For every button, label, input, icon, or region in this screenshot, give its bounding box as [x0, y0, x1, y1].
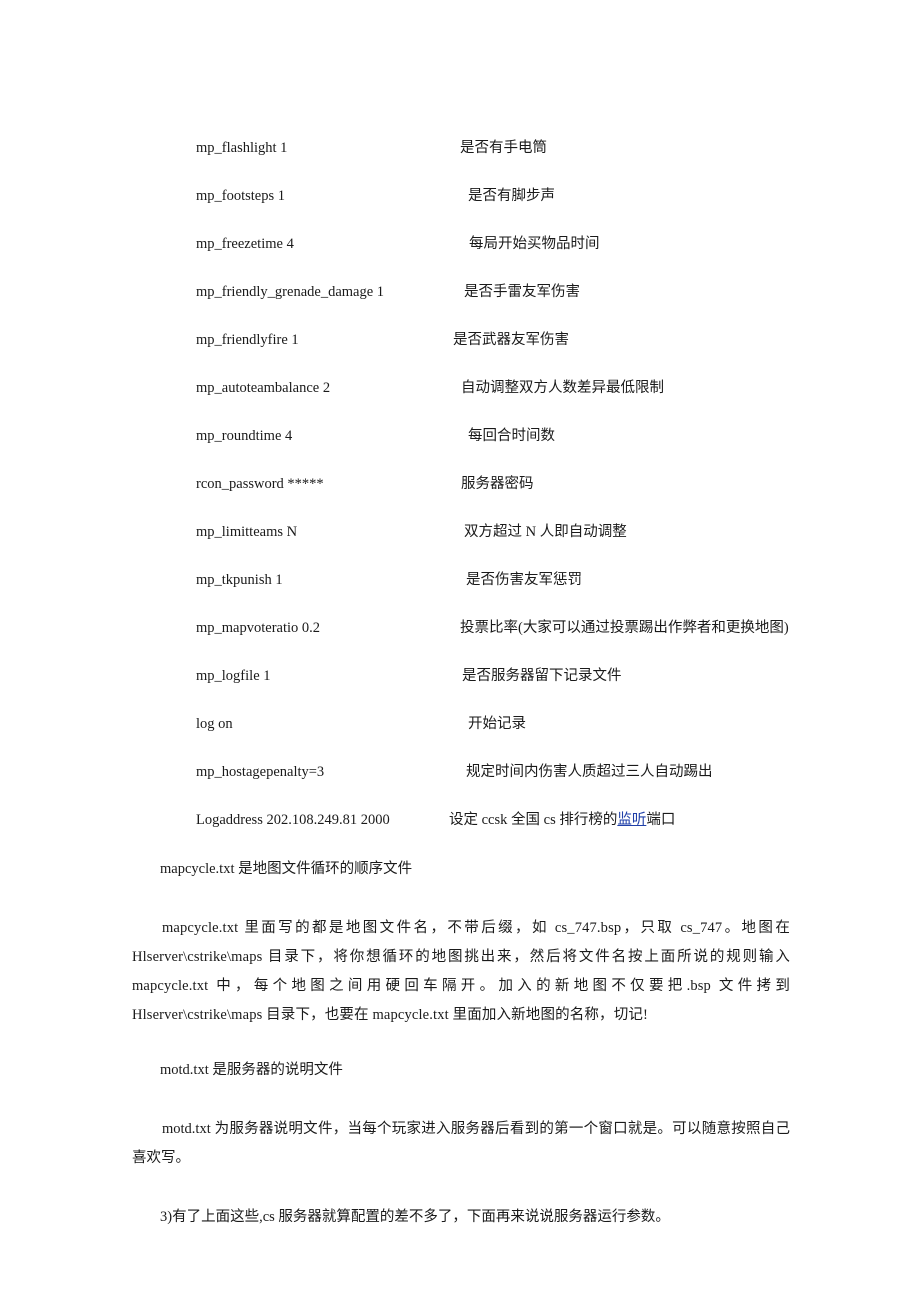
- paragraph-motd-detail: motd.txt 为服务器说明文件，当每个玩家进入服务器后看到的第一个窗口就是。…: [132, 1121, 790, 1166]
- parameter-command: mp_limitteams N: [196, 524, 298, 540]
- parameter-command: mp_friendly_grenade_damage 1: [196, 284, 385, 300]
- parameter-command: mp_mapvoteratio 0.2: [196, 620, 321, 636]
- table-row: mp_autoteambalance 2 自动调整双方人数差异最低限制: [0, 378, 920, 426]
- table-row: mp_limitteams N 双方超过 N 人即自动调整: [0, 522, 920, 570]
- parameter-command: mp_flashlight 1: [196, 140, 288, 156]
- parameter-command: mp_logfile 1: [196, 668, 271, 684]
- parameter-command: rcon_password *****: [196, 476, 324, 492]
- server-parameter-table: mp_flashlight 1 是否有手电筒 mp_footsteps 1 是否…: [0, 138, 920, 858]
- parameter-description: 是否有手电筒: [460, 140, 547, 156]
- parameter-description: 是否伤害友军惩罚: [466, 572, 582, 588]
- parameter-description: 投票比率(大家可以通过投票踢出作弊者和更换地图): [460, 620, 789, 636]
- parameter-description: 每回合时间数: [468, 428, 555, 444]
- table-row: mp_friendlyfire 1 是否武器友军伤害: [0, 330, 920, 378]
- paragraph-mapcycle-detail: mapcycle.txt 里面写的都是地图文件名，不带后缀，如 cs_747.b…: [132, 920, 790, 1023]
- table-row: mp_footsteps 1 是否有脚步声: [0, 186, 920, 234]
- parameter-command: mp_footsteps 1: [196, 188, 286, 204]
- body-content: mapcycle.txt 是地图文件循环的顺序文件 mapcycle.txt 里…: [132, 855, 790, 1251]
- parameter-description: 开始记录: [468, 716, 526, 732]
- table-row: mp_freezetime 4 每局开始买物品时间: [0, 234, 920, 282]
- table-row: mp_mapvoteratio 0.2 投票比率(大家可以通过投票踢出作弊者和更…: [0, 618, 920, 666]
- parameter-command: mp_roundtime 4: [196, 428, 293, 444]
- parameter-description: 是否有脚步声: [468, 188, 555, 204]
- table-row-logaddress: Logaddress 202.108.249.81 2000 设定 ccsk 全…: [0, 810, 920, 858]
- table-row: mp_flashlight 1 是否有手电筒: [0, 138, 920, 186]
- table-row: mp_hostagepenalty=3 规定时间内伤害人质超过三人自动踢出: [0, 762, 920, 810]
- parameter-command: mp_friendlyfire 1: [196, 332, 299, 348]
- parameter-command: mp_autoteambalance 2: [196, 380, 331, 396]
- parameter-description: 是否服务器留下记录文件: [462, 668, 622, 684]
- parameter-description: 服务器密码: [461, 476, 534, 492]
- paragraph-closing-note: 3)有了上面这些,cs 服务器就算配置的差不多了，下面再来说说服务器运行参数。: [160, 1209, 670, 1225]
- table-row: log on 开始记录: [0, 714, 920, 762]
- parameter-command: log on: [196, 716, 233, 732]
- parameter-command: mp_tkpunish 1: [196, 572, 283, 588]
- parameter-description: 每局开始买物品时间: [469, 236, 600, 252]
- paragraph-motd-heading: motd.txt 是服务器的说明文件: [160, 1062, 343, 1078]
- table-row: mp_logfile 1 是否服务器留下记录文件: [0, 666, 920, 714]
- parameter-description: 是否武器友军伤害: [453, 332, 569, 348]
- paragraph-mapcycle-heading: mapcycle.txt 是地图文件循环的顺序文件: [160, 861, 413, 877]
- table-row: mp_roundtime 4 每回合时间数: [0, 426, 920, 474]
- table-row: rcon_password ***** 服务器密码: [0, 474, 920, 522]
- table-row: mp_tkpunish 1 是否伤害友军惩罚: [0, 570, 920, 618]
- parameter-command: mp_hostagepenalty=3: [196, 764, 325, 780]
- parameter-description: 自动调整双方人数差异最低限制: [461, 380, 664, 396]
- parameter-command: Logaddress 202.108.249.81 2000: [196, 812, 390, 828]
- parameter-description: 规定时间内伤害人质超过三人自动踢出: [466, 764, 713, 780]
- listen-port-link[interactable]: 监听: [617, 812, 646, 828]
- parameter-command: mp_freezetime 4: [196, 236, 294, 252]
- document-page: mp_flashlight 1 是否有手电筒 mp_footsteps 1 是否…: [0, 0, 920, 1302]
- parameter-description: 设定 ccsk 全国 cs 排行榜的监听端口: [449, 810, 675, 830]
- description-suffix: 端口: [646, 812, 676, 828]
- table-row: mp_friendly_grenade_damage 1 是否手雷友军伤害: [0, 282, 920, 330]
- description-prefix: 设定 ccsk 全国 cs 排行榜的: [449, 812, 618, 828]
- parameter-description: 是否手雷友军伤害: [464, 284, 580, 300]
- parameter-description: 双方超过 N 人即自动调整: [464, 524, 627, 540]
